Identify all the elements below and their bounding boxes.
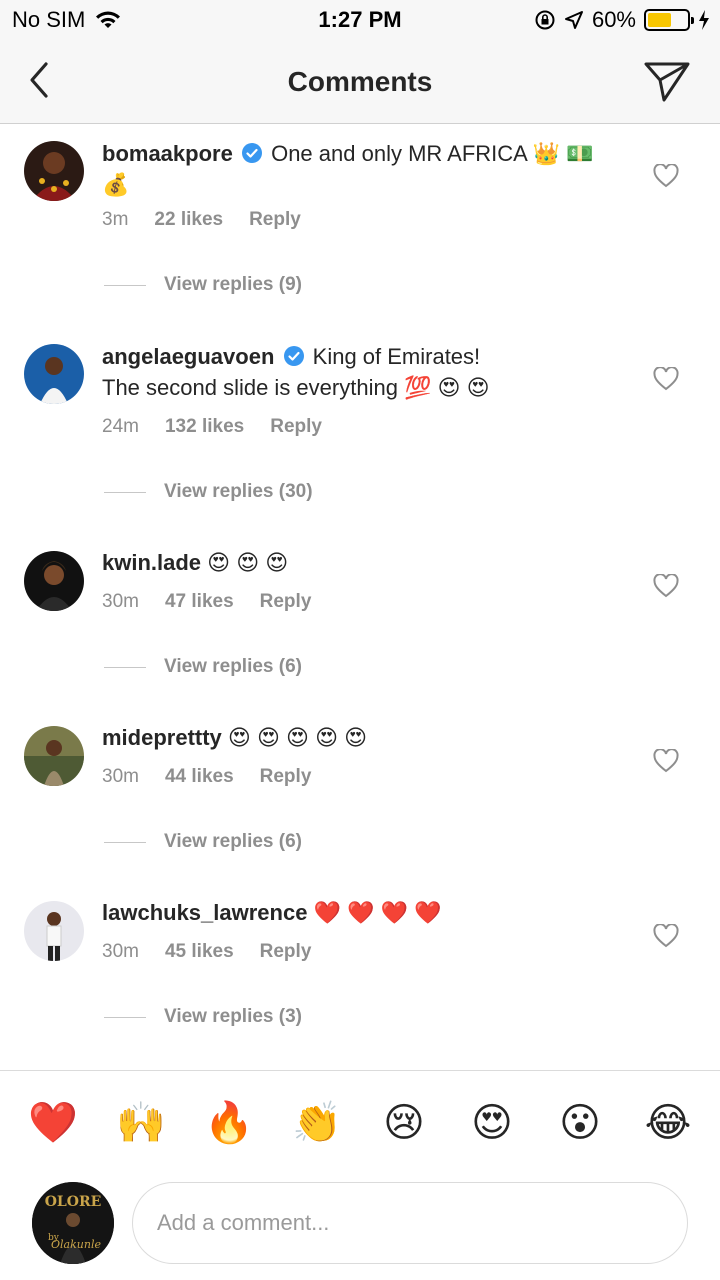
comment-body: 😍 😍 😍 😍 😍 xyxy=(227,725,368,750)
reaction-raising-hands-emoji[interactable]: 🙌 xyxy=(116,1099,166,1147)
comment-text: angelaeguavoen King of Emirates! The sec… xyxy=(102,341,602,403)
comment-body-line2: The second slide is everything 💯 😍 😍 xyxy=(102,375,490,400)
comment-likes[interactable]: 22 likes xyxy=(154,209,223,231)
avatar-olore-text: OLORE xyxy=(45,1194,102,1210)
avatar[interactable] xyxy=(24,344,84,404)
charging-bolt-icon xyxy=(699,10,709,30)
comment-username[interactable]: mideprettty xyxy=(102,725,222,750)
view-replies-label: View replies (3) xyxy=(164,1006,302,1027)
comment-text: mideprettty 😍 😍 😍 😍 😍 xyxy=(102,722,602,753)
comment-time: 30m xyxy=(102,941,139,962)
reply-button[interactable]: Reply xyxy=(260,941,312,963)
reaction-clap-emoji[interactable]: 👏 xyxy=(292,1099,342,1147)
reaction-crying-emoji[interactable]: 😢 xyxy=(380,1099,428,1147)
comment-list[interactable]: bomaakpore One and only MR AFRICA 👑 💵 💰 … xyxy=(0,124,720,1070)
battery-icon xyxy=(644,9,694,31)
comment-time: 3m xyxy=(102,209,129,230)
comment-meta: 24m 132 likes Reply xyxy=(102,416,348,438)
verified-badge-icon xyxy=(241,143,262,163)
heart-like-icon[interactable] xyxy=(653,574,679,598)
view-replies-button[interactable]: View replies (30) xyxy=(104,481,313,503)
replies-divider xyxy=(104,666,146,668)
avatar[interactable] xyxy=(24,901,84,961)
comment-likes[interactable]: 45 likes xyxy=(165,941,234,963)
comment-composer: OLORE by Olakunle xyxy=(0,1176,720,1280)
verified-badge-icon xyxy=(283,346,304,366)
reaction-heart-emoji[interactable]: ❤️ xyxy=(28,1099,78,1147)
reply-button[interactable]: Reply xyxy=(270,416,322,438)
comment-text: lawchuks_lawrence ❤️ ❤️ ❤️ ❤️ xyxy=(102,897,602,928)
replies-divider xyxy=(104,491,146,493)
comment-likes[interactable]: 44 likes xyxy=(165,766,234,788)
view-replies-button[interactable]: View replies (9) xyxy=(104,274,302,296)
comment-text: kwin.lade 😍 😍 😍 xyxy=(102,547,602,578)
comment-username[interactable]: kwin.lade xyxy=(102,550,201,575)
heart-like-icon[interactable] xyxy=(653,749,679,773)
view-replies-label: View replies (6) xyxy=(164,656,302,677)
quick-reactions-bar: ❤️ 🙌 🔥 👏 😢 😍 😮 😂 xyxy=(0,1070,720,1176)
reaction-fire-emoji[interactable]: 🔥 xyxy=(204,1099,254,1147)
heart-like-icon[interactable] xyxy=(653,367,679,391)
comment-time: 24m xyxy=(102,416,139,437)
view-replies-label: View replies (9) xyxy=(164,274,302,295)
avatar[interactable] xyxy=(24,551,84,611)
nav-header: Comments xyxy=(0,40,720,124)
comment-meta: 30m 47 likes Reply xyxy=(102,591,337,613)
comment-meta: 30m 45 likes Reply xyxy=(102,941,337,963)
comment-meta: 30m 44 likes Reply xyxy=(102,766,337,788)
comment-likes[interactable]: 47 likes xyxy=(165,591,234,613)
reaction-heart-eyes-emoji[interactable]: 😍 xyxy=(468,1099,516,1147)
orientation-lock-icon xyxy=(535,10,555,30)
reply-button[interactable]: Reply xyxy=(260,591,312,613)
comment-input[interactable] xyxy=(132,1182,688,1264)
heart-like-icon[interactable] xyxy=(653,924,679,948)
comment-username[interactable]: bomaakpore xyxy=(102,141,233,166)
comment-time: 30m xyxy=(102,591,139,612)
heart-like-icon[interactable] xyxy=(653,164,679,188)
view-replies-button[interactable]: View replies (6) xyxy=(104,831,302,853)
replies-divider xyxy=(104,841,146,843)
comment-username[interactable]: lawchuks_lawrence xyxy=(102,900,307,925)
view-replies-button[interactable]: View replies (6) xyxy=(104,656,302,678)
status-bar: No SIM 1:27 PM 60% xyxy=(0,0,720,40)
replies-divider xyxy=(104,284,146,286)
comment-username[interactable]: angelaeguavoen xyxy=(102,344,274,369)
comment-meta: 3m 22 likes Reply xyxy=(102,209,327,231)
comment-body: King of Emirates! xyxy=(312,344,481,369)
my-avatar: OLORE by Olakunle xyxy=(32,1182,114,1264)
reply-button[interactable]: Reply xyxy=(260,766,312,788)
page-title: Comments xyxy=(287,66,433,97)
view-replies-label: View replies (30) xyxy=(164,481,313,502)
avatar[interactable] xyxy=(24,141,84,201)
avatar-signature-text: Olakunle xyxy=(51,1238,101,1251)
comment-text: bomaakpore One and only MR AFRICA 👑 💵 💰 xyxy=(102,138,602,200)
comment-body: ❤️ ❤️ ❤️ ❤️ xyxy=(313,900,442,925)
comment-likes[interactable]: 132 likes xyxy=(165,416,244,438)
avatar[interactable] xyxy=(24,726,84,786)
battery-percent: 60% xyxy=(591,7,636,32)
comment-body: 😍 😍 😍 xyxy=(207,550,289,575)
comment-time: 30m xyxy=(102,766,139,787)
location-arrow-icon xyxy=(564,11,583,29)
view-replies-label: View replies (6) xyxy=(164,831,302,852)
replies-divider xyxy=(104,1016,146,1018)
direct-send-icon[interactable] xyxy=(642,56,692,106)
reply-button[interactable]: Reply xyxy=(249,209,301,231)
reaction-laughing-emoji[interactable]: 😂 xyxy=(644,1099,692,1147)
view-replies-button[interactable]: View replies (3) xyxy=(104,1006,302,1028)
reaction-surprised-emoji[interactable]: 😮 xyxy=(556,1099,604,1147)
status-right: 60% xyxy=(534,7,710,33)
